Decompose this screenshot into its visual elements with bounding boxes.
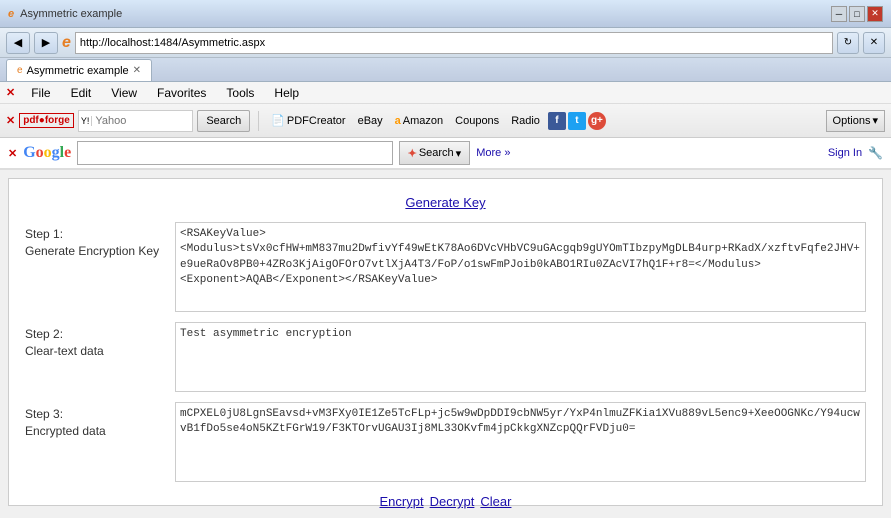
menu-file[interactable]: File <box>27 84 54 102</box>
options-label: Options <box>833 115 871 127</box>
google-bar: ✕ Google ✦ Search ▾ More » Sign In 🔧 <box>0 138 891 170</box>
step3-label: Step 3: Encrypted data <box>25 402 165 482</box>
tab-icon: e <box>17 65 23 76</box>
tab-bar: e Asymmetric example ✕ <box>0 58 891 82</box>
step2-textarea[interactable] <box>175 322 866 392</box>
step3-textarea[interactable] <box>175 402 866 482</box>
content-area: Step 1: Generate Encryption Key Step 2: … <box>25 222 866 482</box>
step1-container: Step 1: Generate Encryption Key <box>25 222 866 312</box>
menu-favorites[interactable]: Favorites <box>153 84 210 102</box>
close-x[interactable]: ✕ <box>6 86 15 99</box>
encrypt-button[interactable]: Encrypt <box>380 494 424 509</box>
options-dropdown-icon: ▾ <box>872 114 878 127</box>
nav-ie-icon: e <box>62 34 71 52</box>
step2-container: Step 2: Clear-text data <box>25 322 866 392</box>
generate-key-row: Generate Key <box>25 195 866 210</box>
google-search-icon: ✦ <box>408 147 417 160</box>
coupons-label: Coupons <box>455 115 499 127</box>
active-tab[interactable]: e Asymmetric example ✕ <box>6 59 152 81</box>
menu-view[interactable]: View <box>107 84 141 102</box>
yahoo-search-button[interactable]: Search <box>197 110 250 132</box>
tab-label: Asymmetric example <box>27 65 129 77</box>
menu-tools[interactable]: Tools <box>222 84 258 102</box>
yahoo-combo[interactable]: Y! <box>78 110 194 132</box>
decrypt-button[interactable]: Decrypt <box>430 494 475 509</box>
google-search-button[interactable]: ✦ Search ▾ <box>399 141 471 165</box>
menu-bar: ✕ File Edit View Favorites Tools Help <box>0 82 891 104</box>
google-search-label: Search <box>419 147 454 159</box>
maximize-button[interactable]: □ <box>849 6 865 22</box>
back-button[interactable]: ◀ <box>6 32 30 54</box>
title-bar: e Asymmetric example ─ □ ✕ <box>0 0 891 28</box>
pdf-creator-icon[interactable]: 📄 PDFCreator <box>267 112 349 129</box>
google-more-button[interactable]: More » <box>476 147 510 159</box>
coupons-icon[interactable]: Coupons <box>451 113 503 129</box>
radio-icon[interactable]: Radio <box>507 113 544 129</box>
facebook-icon[interactable]: f <box>548 112 566 130</box>
step3-container: Step 3: Encrypted data <box>25 402 866 482</box>
separator-1 <box>258 111 259 131</box>
google-bar-x[interactable]: ✕ <box>8 147 17 160</box>
generate-key-link[interactable]: Generate Key <box>405 195 485 210</box>
pdf-icon: 📄 <box>271 114 285 127</box>
google-signin-button[interactable]: Sign In <box>828 147 862 159</box>
window-controls: ─ □ ✕ <box>831 6 883 22</box>
step1-label: Step 1: Generate Encryption Key <box>25 222 165 312</box>
radio-label: Radio <box>511 115 540 127</box>
step1-textarea[interactable] <box>175 222 866 312</box>
address-bar[interactable] <box>75 32 833 54</box>
title-bar-left: e Asymmetric example <box>8 8 122 20</box>
forward-button[interactable]: ▶ <box>34 32 58 54</box>
amazon-a: a <box>395 115 401 127</box>
step2-label: Step 2: Clear-text data <box>25 322 165 392</box>
tab-title: Asymmetric example <box>20 8 122 20</box>
clear-button[interactable]: Clear <box>480 494 511 509</box>
stop-button[interactable]: ✕ <box>863 32 885 54</box>
action-row: Encrypt Decrypt Clear <box>25 494 866 509</box>
amazon-icon[interactable]: a Amazon <box>391 113 447 129</box>
close-button[interactable]: ✕ <box>867 6 883 22</box>
google-plus-icon[interactable]: g+ <box>588 112 606 130</box>
twitter-icon[interactable]: t <box>568 112 586 130</box>
google-search-combo: ✦ Search ▾ <box>399 141 471 165</box>
main-content: Generate Key Step 1: Generate Encryption… <box>8 178 883 506</box>
google-search-dropdown-icon: ▾ <box>456 147 462 160</box>
menu-help[interactable]: Help <box>270 84 303 102</box>
nav-bar: ◀ ▶ e ↻ ✕ <box>0 28 891 58</box>
pdfforge-logo: pdf●forge <box>19 113 74 128</box>
google-settings-icon[interactable]: 🔧 <box>868 146 883 160</box>
minimize-button[interactable]: ─ <box>831 6 847 22</box>
social-icons: f t g+ <box>548 112 606 130</box>
amazon-label: Amazon <box>403 115 443 127</box>
yahoo-input[interactable] <box>92 111 192 131</box>
menu-edit[interactable]: Edit <box>67 84 96 102</box>
tab-close-button[interactable]: ✕ <box>133 65 141 76</box>
toolbar-x[interactable]: ✕ <box>6 114 15 127</box>
refresh-button[interactable]: ↻ <box>837 32 859 54</box>
google-search-input[interactable] <box>77 141 392 165</box>
options-button[interactable]: Options ▾ <box>826 110 885 132</box>
browser-icon: e <box>8 8 14 20</box>
yahoo-flag: Y! <box>79 116 93 126</box>
pdf-creator-label: PDFCreator <box>287 115 346 127</box>
ebay-label: eBay <box>358 115 383 127</box>
google-logo: Google <box>23 144 71 162</box>
toolbar: ✕ pdf●forge Y! Search 📄 PDFCreator eBay … <box>0 104 891 138</box>
ebay-icon[interactable]: eBay <box>354 113 387 129</box>
